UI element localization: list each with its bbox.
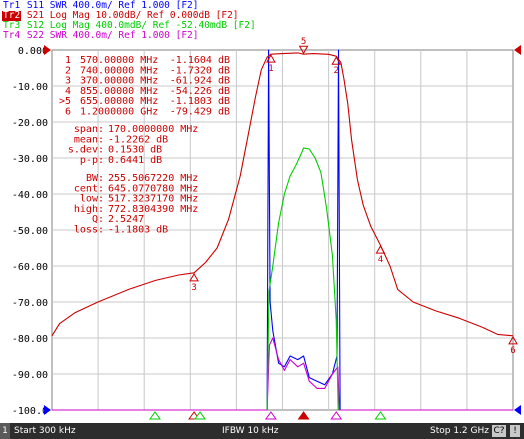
- filter-label: loss:: [74, 225, 104, 236]
- y-tick-label: -80.00: [12, 334, 48, 345]
- stimulus-marker-icon: [149, 411, 161, 420]
- marker-flags[interactable]: 1 2 3 4 5 6: [189, 37, 518, 356]
- warning-badge[interactable]: !: [510, 425, 520, 437]
- stimulus-marker-icon: [264, 411, 277, 420]
- marker-readout-freq: 1.2000000 GHz: [80, 107, 158, 118]
- trace-label-tr4[interactable]: Tr4 S22 SWR 400.0m/ Ref 1.000 [F2]: [2, 31, 199, 41]
- y-tick-label: 0.000: [18, 46, 48, 57]
- stimulus-marker-icon: [330, 411, 343, 420]
- y-tick-label: -10.00: [12, 82, 48, 93]
- marker-5-label: 5: [301, 37, 306, 47]
- start-frequency[interactable]: Start 300 kHz: [14, 423, 76, 439]
- marker-readout-id: 6: [65, 107, 71, 118]
- plot-area[interactable]: 0.000 -10.00 -20.00 -30.00 -40.00 -50.00 -60.0…: [0, 0, 524, 423]
- y-tick-label: -40.00: [12, 190, 48, 201]
- ifbw-setting[interactable]: IFBW 10 kHz: [222, 423, 278, 439]
- marker-2-label: 2: [334, 66, 339, 76]
- channel-indicator[interactable]: 1: [0, 423, 10, 439]
- status-bar: 1 Start 300 kHz IFBW 10 kHz Stop 1.2 GHz…: [0, 423, 524, 439]
- trace-tag[interactable]: Tr4: [2, 31, 21, 41]
- stimulus-marker-icon: [374, 411, 387, 420]
- y-tick-label: -90.00: [12, 370, 48, 381]
- y-tick-label: -50.00: [12, 226, 48, 237]
- stats-label: p-p:: [80, 155, 104, 166]
- marker-3-label: 3: [191, 283, 196, 293]
- marker-readout: 1 570.00000 MHz -1.1604 dB2 740.00000 MHz -1…: [59, 55, 230, 236]
- marker-readout-value: -79.429 dB: [170, 107, 230, 118]
- reference-right-icon: [514, 405, 521, 415]
- y-tick-label: -30.00: [12, 154, 48, 165]
- trace-desc: S22 SWR 400.0m/ Ref 1.000 [F2]: [26, 30, 199, 41]
- y-tick-label: -60.00: [12, 262, 48, 273]
- stop-frequency[interactable]: Stop 1.2 GHz: [430, 423, 489, 439]
- filter-value: -1.1803 dB: [108, 225, 168, 236]
- marker-1-label: 1: [268, 64, 273, 74]
- y-tick-label: -100.0: [12, 406, 48, 417]
- marker-3-icon[interactable]: [189, 272, 199, 282]
- marker-4-label: 4: [378, 255, 383, 265]
- trace-s12: [266, 147, 339, 411]
- y-tick-label: -20.00: [12, 118, 48, 129]
- reference-right-icon: [514, 45, 521, 55]
- correction-badge[interactable]: C?: [492, 425, 506, 437]
- y-tick-label: -70.00: [12, 298, 48, 309]
- marker-6-label: 6: [510, 346, 515, 356]
- stimulus-marker-icon: [297, 411, 310, 420]
- stats-value: 0.6441 dB: [108, 155, 162, 166]
- stimulus-markers: [149, 411, 387, 420]
